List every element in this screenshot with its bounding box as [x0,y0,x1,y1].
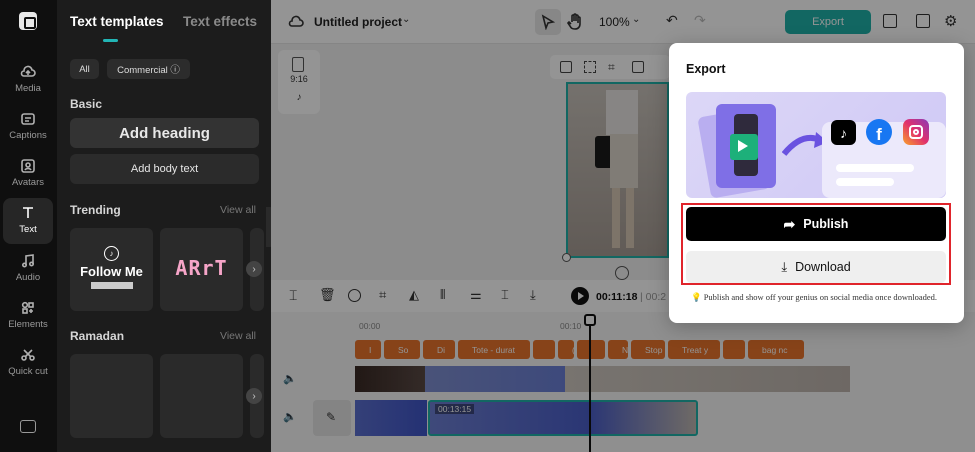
play-icon [738,140,748,152]
chevron-right-icon[interactable]: › [246,388,262,404]
text-icon [23,207,33,218]
export-hint: 💡 Publish and show off your genius on so… [691,292,938,302]
avatar-icon [21,159,35,173]
template-tile[interactable] [70,354,153,438]
banner-line [836,178,894,186]
filter-chip-commercial[interactable]: Commercial ⓘ [107,59,190,79]
app-logo-icon[interactable] [19,12,37,30]
section-trending: Trending [70,203,121,217]
tile-bar [91,282,133,289]
tiktok-icon: ♪ [831,120,856,145]
tab-text-effects[interactable]: Text effects [183,14,257,29]
section-ramadan: Ramadan [70,329,125,343]
rail-item-audio[interactable]: Audio [3,253,53,299]
rail-item-text[interactable]: Text [3,198,53,244]
ramadan-view-all-link[interactable]: View all [220,330,256,342]
tile-art-text: ARrT [175,256,228,280]
filter-chip-all[interactable]: All [70,59,99,79]
scissors-icon [21,349,35,361]
download-icon: ⤓ [781,259,788,274]
cloud-upload-icon [20,65,36,77]
keyboard-icon[interactable] [20,420,36,433]
rail-item-media[interactable]: Media [3,64,53,110]
download-button[interactable]: ⤓ Download [686,251,946,283]
captions-icon [21,113,35,125]
banner-line [836,164,914,172]
tile-follow-me-text: Follow Me [80,264,143,279]
template-tile-art[interactable]: ARrT [160,228,243,311]
tab-text-templates[interactable]: Text templates [70,14,164,29]
music-icon [21,254,35,268]
instagram-icon [903,119,929,145]
export-modal-title: Export [686,62,726,76]
rail-item-quick-cut[interactable]: Quick cut [3,347,53,393]
left-rail: Media Captions Avatars Text Audio Elemen… [0,0,57,452]
facebook-icon: f [866,119,892,145]
export-banner-illustration: ♪ f [686,92,946,198]
banner-card-front [716,104,776,188]
chevron-right-icon[interactable]: › [246,261,262,277]
template-tile-follow-me[interactable]: ♪ Follow Me [70,228,153,311]
trending-view-all-link[interactable]: View all [220,204,256,216]
publish-button[interactable]: ➦ Publish [686,207,946,241]
rail-item-elements[interactable]: Elements [3,300,53,346]
section-basic: Basic [70,97,103,111]
add-body-text-button[interactable]: Add body text [70,154,259,184]
rail-item-captions[interactable]: Captions [3,111,53,157]
template-tile[interactable] [160,354,243,438]
elements-icon [21,301,34,314]
active-tab-indicator [103,39,118,42]
tiktok-icon: ♪ [104,246,119,261]
add-heading-button[interactable]: Add heading [70,118,259,148]
share-icon: ➦ [783,215,796,232]
